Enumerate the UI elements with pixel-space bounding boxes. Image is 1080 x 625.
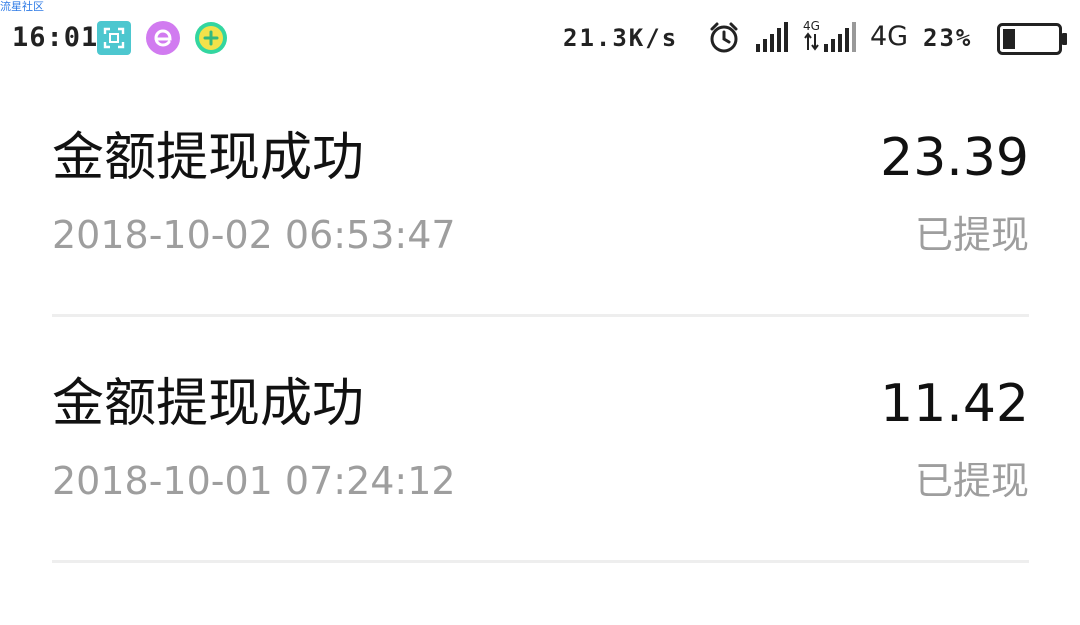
withdrawal-record[interactable]: 金额提现成功 23.39 2018-10-02 06:53:47 已提现 bbox=[52, 70, 1029, 316]
status-bar: 16:01 21.3K/s 4G 4G 23% bbox=[0, 0, 1080, 78]
plus-app-icon bbox=[195, 22, 227, 54]
signal-icon-sim2 bbox=[824, 22, 856, 52]
record-title: 金额提现成功 bbox=[52, 128, 365, 188]
svg-text:4G: 4G bbox=[803, 19, 820, 33]
network-speed: 21.3K/s bbox=[563, 24, 679, 52]
record-timestamp: 2018-10-02 06:53:47 bbox=[52, 213, 456, 257]
data-4g-small-icon: 4G bbox=[803, 19, 820, 51]
record-title: 金额提现成功 bbox=[52, 374, 365, 434]
record-amount: 23.39 bbox=[880, 128, 1029, 188]
status-time: 16:01 bbox=[12, 22, 99, 53]
record-timestamp: 2018-10-01 07:24:12 bbox=[52, 459, 456, 503]
record-status: 已提现 bbox=[914, 459, 1029, 503]
signal-icon-sim1 bbox=[756, 22, 788, 52]
battery-percent: 23% bbox=[923, 24, 973, 52]
battery-icon bbox=[997, 23, 1067, 55]
divider bbox=[52, 560, 1029, 563]
withdrawal-record[interactable]: 金额提现成功 11.42 2018-10-01 07:24:12 已提现 bbox=[52, 316, 1029, 562]
record-amount: 11.42 bbox=[880, 374, 1029, 434]
alarm-icon bbox=[710, 22, 738, 53]
record-status: 已提现 bbox=[914, 213, 1029, 257]
scan-app-icon bbox=[97, 21, 131, 55]
browser-e-app-icon bbox=[146, 21, 180, 55]
network-type: 4G bbox=[870, 21, 909, 52]
